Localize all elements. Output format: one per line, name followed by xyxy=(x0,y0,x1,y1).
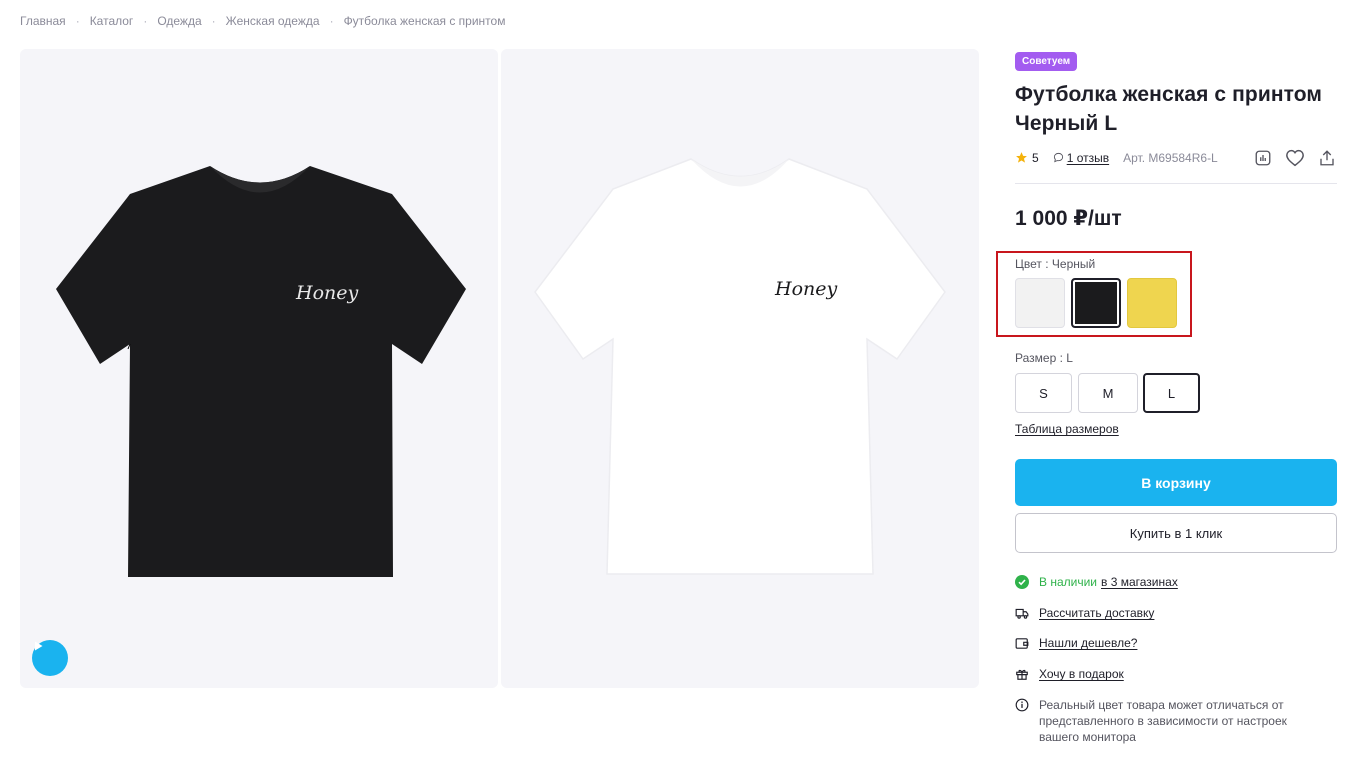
size-option-s[interactable]: S xyxy=(1015,373,1072,413)
breadcrumb-current: Футболка женская с принтом xyxy=(343,14,506,28)
color-swatch-white[interactable] xyxy=(1015,278,1065,328)
rating: 5 xyxy=(1015,151,1039,165)
wallet-icon xyxy=(1015,636,1029,650)
disclaimer-text: Реальный цвет товара может отличаться от… xyxy=(1039,698,1287,744)
product-info: Советуем Футболка женская с принтом Черн… xyxy=(1015,51,1337,138)
product-image-white-tshirt[interactable]: Honey xyxy=(501,49,979,688)
breadcrumb-womens-clothing[interactable]: Женская одежда xyxy=(226,14,320,28)
cheaper-line: Нашли дешевле? xyxy=(1015,636,1137,650)
share-button[interactable] xyxy=(1317,148,1337,168)
print-text: Honey xyxy=(295,282,358,304)
gift-line: Хочу в подарок xyxy=(1015,667,1124,681)
heart-icon xyxy=(1286,149,1304,166)
delivery-line: Рассчитать доставку xyxy=(1015,606,1154,620)
product-actions xyxy=(1253,148,1337,168)
black-tshirt-illustration: Honey xyxy=(56,166,466,577)
color-swatch-yellow[interactable] xyxy=(1127,278,1177,328)
product-sku: Арт. M69584R6-L xyxy=(1123,150,1218,165)
breadcrumb-separator: · xyxy=(143,14,148,28)
recommended-badge: Советуем xyxy=(1015,52,1078,71)
check-circle-icon xyxy=(1015,575,1029,589)
size-option-m[interactable]: M xyxy=(1078,373,1138,413)
size-table-link[interactable]: Таблица размеров xyxy=(1015,422,1119,436)
reviews-count: 1 отзыв xyxy=(1066,150,1110,165)
share-icon xyxy=(1320,149,1334,165)
compare-icon xyxy=(1255,150,1271,165)
truck-icon xyxy=(1015,606,1029,620)
found-cheaper-link[interactable]: Нашли дешевле? xyxy=(1039,636,1137,650)
availability-stores-link[interactable]: в 3 магазинах xyxy=(1101,575,1178,589)
gift-icon xyxy=(1015,667,1029,681)
print-text: Honey xyxy=(774,278,837,300)
want-as-gift-link[interactable]: Хочу в подарок xyxy=(1039,667,1124,681)
reviews-link[interactable]: 1 отзыв xyxy=(1053,151,1109,165)
color-disclaimer: Реальный цвет товара может отличаться от… xyxy=(1015,697,1309,745)
color-label: Цвет : Черный xyxy=(1015,257,1096,271)
color-swatch-black[interactable] xyxy=(1071,278,1121,328)
calculate-delivery-link[interactable]: Рассчитать доставку xyxy=(1039,606,1154,620)
breadcrumb-home[interactable]: Главная xyxy=(20,14,66,28)
favorite-button[interactable] xyxy=(1285,148,1305,168)
product-price: 1 000 ₽/шт xyxy=(1015,207,1122,230)
breadcrumb-clothing[interactable]: Одежда xyxy=(157,14,201,28)
product-title: Футболка женская с принтом Черный L xyxy=(1015,83,1323,135)
compare-button[interactable] xyxy=(1253,148,1273,168)
buy-one-click-button[interactable]: Купить в 1 клик xyxy=(1015,513,1337,553)
availability-line: В наличии в 3 магазинах xyxy=(1015,575,1178,589)
comment-icon xyxy=(1053,152,1063,163)
rating-value: 5 xyxy=(1032,150,1039,165)
breadcrumb-separator: · xyxy=(329,14,334,28)
video-play-button[interactable] xyxy=(32,640,68,676)
breadcrumb-catalog[interactable]: Каталог xyxy=(90,14,134,28)
breadcrumb: Главная · Каталог · Одежда · Женская оде… xyxy=(20,14,505,28)
add-to-cart-button[interactable]: В корзину xyxy=(1015,459,1337,506)
product-meta-row: 5 1 отзыв Арт. M69584R6-L xyxy=(1015,146,1337,184)
star-icon xyxy=(1016,152,1027,163)
size-option-l[interactable]: L xyxy=(1143,373,1200,413)
breadcrumb-separator: · xyxy=(75,14,80,28)
size-label: Размер : L xyxy=(1015,351,1073,365)
availability-status: В наличии xyxy=(1039,575,1098,589)
breadcrumb-separator: · xyxy=(211,14,216,28)
white-tshirt-illustration: Honey xyxy=(534,158,946,575)
product-image-black-tshirt[interactable]: Honey xyxy=(20,49,498,688)
info-icon xyxy=(1015,698,1029,712)
play-icon xyxy=(35,641,43,651)
